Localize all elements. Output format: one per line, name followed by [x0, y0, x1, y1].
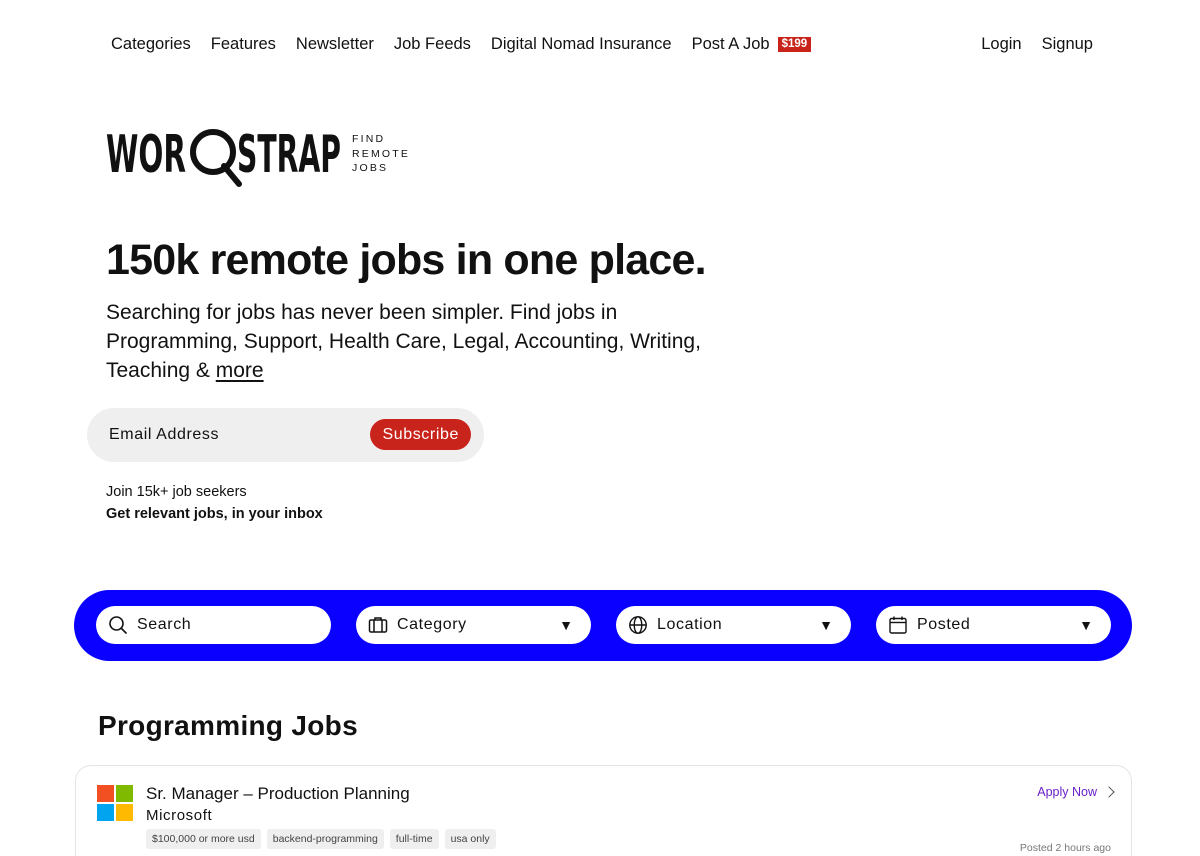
post-job-label: Post A Job [691, 34, 770, 53]
nav-post-a-job[interactable]: Post A Job $199 [692, 35, 812, 54]
email-input[interactable] [109, 423, 349, 447]
site-logo[interactable]: WOR STRAP FIND REMOTE JOBS [106, 124, 408, 188]
subscribe-form: Subscribe [87, 408, 484, 462]
nav-categories[interactable]: Categories [111, 35, 191, 54]
job-tag[interactable]: backend-programming [266, 829, 384, 849]
nav-job-feeds[interactable]: Job Feeds [394, 35, 471, 54]
logo-wordmark: WOR STRAP [106, 125, 341, 187]
apply-now-label: Apply Now [1037, 785, 1097, 799]
location-label: Location [657, 616, 723, 633]
join-text: Join 15k+ job seekers [106, 484, 247, 500]
nav-features[interactable]: Features [211, 35, 276, 54]
price-badge: $199 [777, 36, 812, 52]
briefcase-icon [368, 617, 388, 633]
search-icon [109, 616, 127, 634]
location-dropdown-arrow-icon: ▼ [819, 617, 833, 633]
cta-text: Get relevant jobs, in your inbox [106, 506, 323, 522]
search-filter[interactable]: Search [96, 606, 331, 644]
logo-tagline: FIND REMOTE JOBS [352, 132, 410, 176]
logo-square-red [97, 785, 114, 802]
job-card[interactable]: Sr. Manager – Production Planning Micros… [75, 765, 1132, 856]
logo-square-green [116, 785, 133, 802]
svg-text:STRAP: STRAP [237, 125, 341, 185]
tagline-line-1: FIND [352, 133, 386, 145]
job-tag[interactable]: usa only [444, 829, 496, 849]
posted-time: Posted 2 hours ago [1019, 842, 1111, 854]
job-tags: $100,000 or more usd backend-programming… [146, 829, 502, 849]
section-title: Programming Jobs [98, 710, 358, 741]
category-dropdown-arrow-icon: ▼ [559, 617, 573, 633]
filter-bar: Search Category ▼ Location ▼ Posted ▼ [74, 590, 1132, 661]
location-filter[interactable]: Location ▼ [616, 606, 851, 644]
category-filter[interactable]: Category ▼ [356, 606, 591, 644]
subscribe-button[interactable]: Subscribe [370, 419, 471, 450]
chevron-right-icon [1103, 786, 1115, 798]
top-nav: Categories Features Newsletter Job Feeds… [111, 33, 1093, 55]
search-label: Search [137, 616, 192, 633]
nav-digital-nomad-insurance[interactable]: Digital Nomad Insurance [491, 35, 672, 54]
posted-filter[interactable]: Posted ▼ [876, 606, 1111, 644]
job-title[interactable]: Sr. Manager – Production Planning [146, 784, 410, 804]
globe-icon [629, 616, 647, 634]
tagline-line-2: REMOTE [352, 147, 411, 160]
job-tag[interactable]: full-time [389, 829, 439, 849]
login-link[interactable]: Login [981, 35, 1021, 54]
signup-link[interactable]: Signup [1042, 35, 1093, 54]
job-company: Microsoft [146, 807, 213, 824]
apply-now-link[interactable]: Apply Now [1037, 785, 1115, 799]
hero-title: 150k remote jobs in one place. [106, 236, 707, 284]
nav-right: Login Signup [961, 35, 1093, 54]
hero-subtitle-text: Searching for jobs has never been simple… [106, 301, 701, 382]
posted-dropdown-arrow-icon: ▼ [1079, 617, 1093, 633]
logo-square-blue [97, 804, 114, 821]
logo-square-yellow [116, 804, 133, 821]
hero-subtitle: Searching for jobs has never been simple… [106, 298, 746, 385]
more-link[interactable]: more [216, 359, 264, 382]
nav-left: Categories Features Newsletter Job Feeds… [111, 35, 831, 54]
job-tag[interactable]: $100,000 or more usd [146, 829, 261, 849]
company-logo [97, 785, 133, 821]
posted-label: Posted [917, 616, 971, 633]
nav-newsletter[interactable]: Newsletter [296, 35, 374, 54]
category-label: Category [397, 616, 467, 633]
svg-text:WOR: WOR [106, 125, 186, 185]
calendar-icon [889, 616, 907, 634]
tagline-line-3: JOBS [352, 162, 389, 174]
